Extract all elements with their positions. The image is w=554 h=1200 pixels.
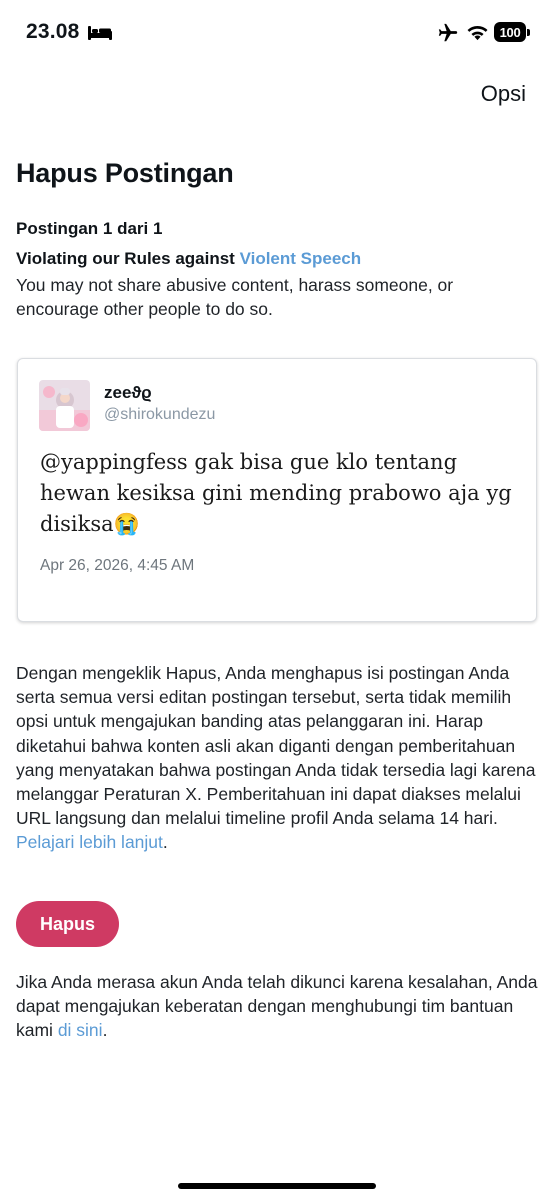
- airplane-icon: [438, 23, 458, 42]
- tweet-date: Apr 26, 2026, 4:45 AM: [40, 557, 195, 574]
- appeal-text: Jika Anda merasa akun Anda telah dikunci…: [16, 970, 544, 1043]
- user-handle[interactable]: @shirokundezu: [104, 406, 215, 424]
- battery-tip: [527, 29, 530, 36]
- home-indicator[interactable]: [178, 1183, 376, 1189]
- options-button[interactable]: Opsi: [481, 81, 526, 107]
- violation-prefix: Violating our Rules against: [16, 249, 240, 268]
- display-name[interactable]: zeeϑϱ: [104, 383, 152, 403]
- explanation-body: Dengan mengeklik Hapus, Anda menghapus i…: [16, 663, 536, 829]
- page-title: Hapus Postingan: [16, 158, 234, 188]
- learn-more-link[interactable]: Pelajari lebih lanjut: [16, 832, 163, 852]
- explanation-suffix: .: [162, 832, 168, 853]
- screen: 23.08 100 Opsi Hapus Postingan Postingan…: [0, 0, 554, 1200]
- status-time: 23.08: [26, 20, 80, 43]
- explanation-text: Dengan mengeklik Hapus, Anda menghapus i…: [16, 661, 544, 855]
- battery-icon: 100: [494, 22, 530, 42]
- appeal-suffix: .: [102, 1020, 108, 1041]
- status-bar: 23.08 100: [0, 0, 554, 66]
- violent-speech-link[interactable]: Violent Speech: [240, 249, 362, 268]
- rule-description: You may not share abusive content, haras…: [16, 275, 454, 319]
- bed-icon: [88, 26, 112, 40]
- tweet-text: @yappingfess gak bisa gue klo tentang he…: [40, 450, 512, 536]
- post-counter: Postingan 1 dari 1: [16, 219, 163, 238]
- battery-level: 100: [494, 22, 526, 42]
- tweet-card: zeeϑϱ @shirokundezu @yappingfess gak bis…: [17, 358, 537, 622]
- contact-support-link[interactable]: di sini: [58, 1020, 103, 1040]
- delete-button[interactable]: Hapus: [16, 901, 119, 947]
- violation-rule: Violating our Rules against Violent Spee…: [16, 248, 361, 270]
- avatar[interactable]: [39, 380, 90, 431]
- wifi-icon: [467, 26, 488, 41]
